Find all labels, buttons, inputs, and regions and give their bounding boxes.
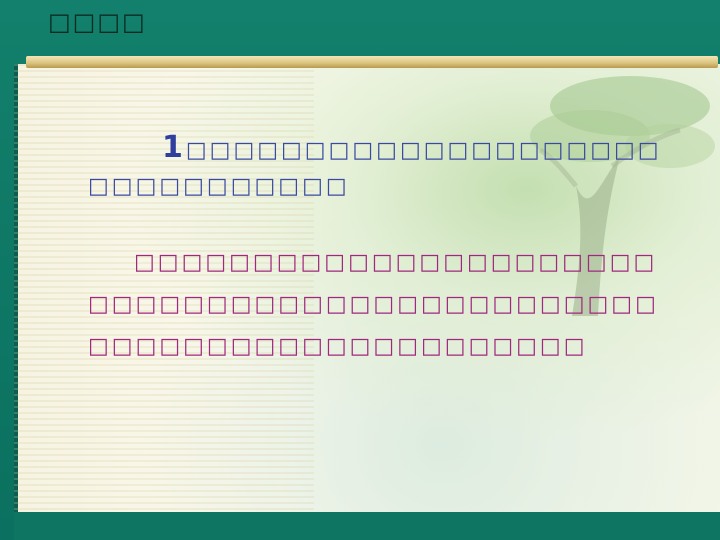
slide-header-title: □□□□ [48, 8, 147, 36]
question-line-1: 1□□□□□□□□□□□□□□□□□□□□ [88, 130, 659, 169]
answer-block: □□□□□□□□□□□□□□□□□□□□□□ □□□□□□□□□□□□□□□□□… [88, 242, 659, 368]
question-block: 1□□□□□□□□□□□□□□□□□□□□ □□□□□□□□□□□ [88, 130, 659, 205]
answer-line-1: □□□□□□□□□□□□□□□□□□□□□□ [134, 250, 658, 275]
question-number: 1 [162, 130, 186, 165]
answer-line-2: □□□□□□□□□□□□□□□□□□□□□□□□ [88, 292, 659, 317]
panel-top-bar [26, 56, 718, 68]
answer-line-3: □□□□□□□□□□□□□□□□□□□□□ [88, 334, 588, 359]
question-text-1: □□□□□□□□□□□□□□□□□□□□ [185, 138, 662, 163]
question-line-2: □□□□□□□□□□□ [88, 174, 350, 199]
panel-bottom-bar [14, 512, 720, 540]
